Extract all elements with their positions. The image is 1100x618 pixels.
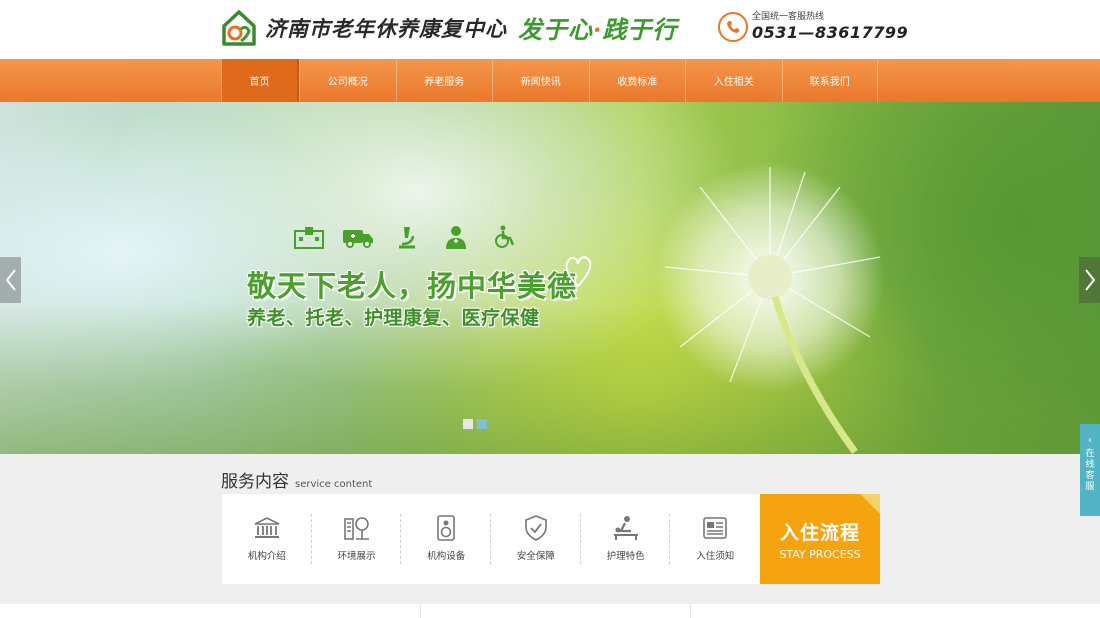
microscope-icon <box>391 224 423 250</box>
banner-dot-2[interactable] <box>477 419 487 429</box>
service-box: 机构介绍 环境展示 机构设备 安全保障 护理特色 入住须知 入住流程 STAY … <box>222 494 880 584</box>
service-item-equipment[interactable]: 机构设备 <box>401 494 491 584</box>
hero-banner: 敬天下老人，扬中华美德 养老、托老、护理康复、医疗保健 <box>0 102 1100 454</box>
stay-process-button[interactable]: 入住流程 STAY PROCESS <box>760 494 880 584</box>
service-item-label: 入住须知 <box>696 551 735 562</box>
service-title-en: service content <box>295 479 373 490</box>
nav-item-company[interactable]: 公司概况 <box>299 59 396 102</box>
service-item-label: 安全保障 <box>516 551 555 562</box>
stay-process-subtitle: STAY PROCESS <box>779 547 861 561</box>
service-item-label: 机构设备 <box>427 551 466 562</box>
next-section-edge <box>0 604 1100 618</box>
wheelchair-icon <box>489 224 521 250</box>
dandelion-illustration <box>655 162 885 454</box>
ambulance-icon <box>342 224 374 250</box>
notice-icon <box>700 514 730 542</box>
service-item-care[interactable]: 护理特色 <box>581 494 671 584</box>
banner-prev-button[interactable] <box>0 257 21 303</box>
slogan-part2: 践于行 <box>602 15 678 44</box>
service-item-environment[interactable]: 环境展示 <box>312 494 402 584</box>
site-header: 济南市老年休养康复中心 发于心·践于行 全国统一客服热线 0531—836177… <box>0 0 1100 60</box>
heart-icon <box>565 256 592 288</box>
chevron-left-icon: ‹ <box>1088 435 1092 446</box>
phone-icon <box>718 12 748 42</box>
nav-item-news[interactable]: 新闻快讯 <box>492 59 589 102</box>
main-nav: 首页 公司概况 养老服务 新闻快讯 收费标准 入住相关 联系我们 <box>0 59 1100 102</box>
page: 济南市老年休养康复中心 发于心·践于行 全国统一客服热线 0531—836177… <box>0 0 1100 618</box>
chevron-left-icon <box>5 269 16 291</box>
hotline: 全国统一客服热线 0531—83617799 <box>718 11 908 43</box>
service-item-label: 机构介绍 <box>247 551 286 562</box>
service-item-notice[interactable]: 入住须知 <box>670 494 760 584</box>
service-item-intro[interactable]: 机构介绍 <box>222 494 312 584</box>
slogan: 发于心·践于行 <box>518 10 677 45</box>
service-title: 服务内容 service content <box>221 467 372 492</box>
banner-next-button[interactable] <box>1079 257 1100 303</box>
logo-text: 济南市老年休养康复中心 <box>265 16 507 41</box>
nav-item-contact[interactable]: 联系我们 <box>781 59 878 102</box>
banner-headline: 敬天下老人，扬中华美德 <box>247 269 578 303</box>
banner-subline: 养老、托老、护理康复、医疗保健 <box>247 307 540 329</box>
site-logo[interactable]: 济南市老年休养康复中心 <box>221 9 507 47</box>
banner-service-icons <box>293 224 521 250</box>
online-service-tab[interactable]: ‹ 在线客服 <box>1080 424 1100 516</box>
care-icon <box>611 514 641 542</box>
logo-house-icon <box>221 9 257 47</box>
service-item-safety[interactable]: 安全保障 <box>491 494 581 584</box>
slogan-dot: · <box>593 15 603 44</box>
nav-item-fees[interactable]: 收费标准 <box>588 59 686 102</box>
service-item-label: 护理特色 <box>606 551 645 562</box>
slogan-part1: 发于心 <box>518 15 593 44</box>
doctor-icon <box>440 224 472 250</box>
online-service-label: 在线客服 <box>1085 449 1095 492</box>
device-icon <box>431 514 461 542</box>
nav-item-admission[interactable]: 入住相关 <box>685 59 782 102</box>
building-icon <box>252 514 282 542</box>
hotline-label: 全国统一客服热线 <box>752 12 825 22</box>
nav-item-home[interactable]: 首页 <box>221 59 299 102</box>
service-item-label: 环境展示 <box>337 551 376 562</box>
banner-pagination <box>463 419 487 429</box>
page-curl-decoration <box>860 494 880 514</box>
stay-process-title: 入住流程 <box>779 521 860 544</box>
hospital-icon <box>293 224 325 250</box>
service-section: 服务内容 service content 机构介绍 环境展示 机构设备 安全保障… <box>0 454 1100 604</box>
nav-item-services[interactable]: 养老服务 <box>395 59 493 102</box>
shield-icon <box>521 514 551 542</box>
banner-dot-1[interactable] <box>463 419 473 429</box>
environment-icon <box>342 514 372 542</box>
hotline-number[interactable]: 0531—83617799 <box>752 23 908 43</box>
service-title-cn: 服务内容 <box>221 472 289 492</box>
chevron-right-icon <box>1084 269 1095 291</box>
